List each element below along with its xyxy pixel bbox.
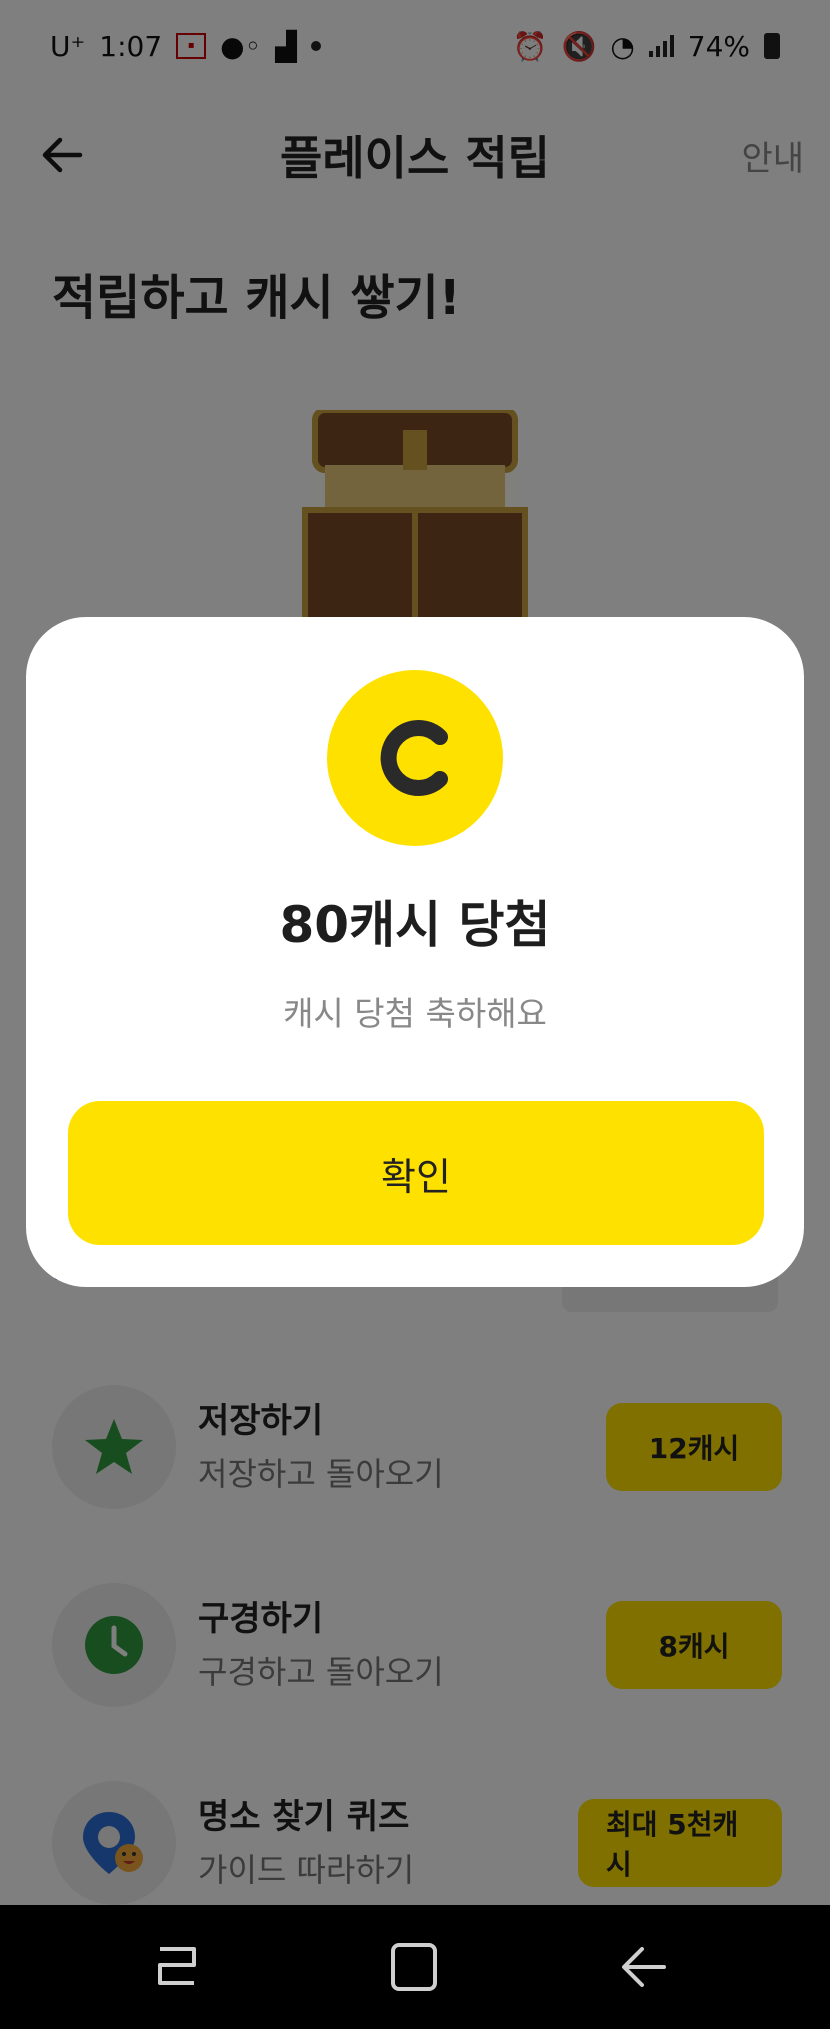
back-icon[interactable]	[612, 1935, 676, 1999]
recent-apps-icon[interactable]	[146, 1935, 210, 1999]
reward-dialog: 80캐시 당첨 캐시 당첨 축하해요 확인	[26, 617, 804, 1287]
dialog-title: 80캐시 당첨	[279, 896, 551, 954]
cash-coin-icon	[327, 670, 503, 846]
cash-c-logo	[380, 720, 448, 796]
confirm-button[interactable]: 확인	[68, 1101, 764, 1245]
system-nav-bar	[0, 1905, 830, 2029]
home-icon[interactable]	[383, 1935, 447, 1999]
dialog-subtitle: 캐시 당첨 축하해요	[283, 994, 547, 1033]
